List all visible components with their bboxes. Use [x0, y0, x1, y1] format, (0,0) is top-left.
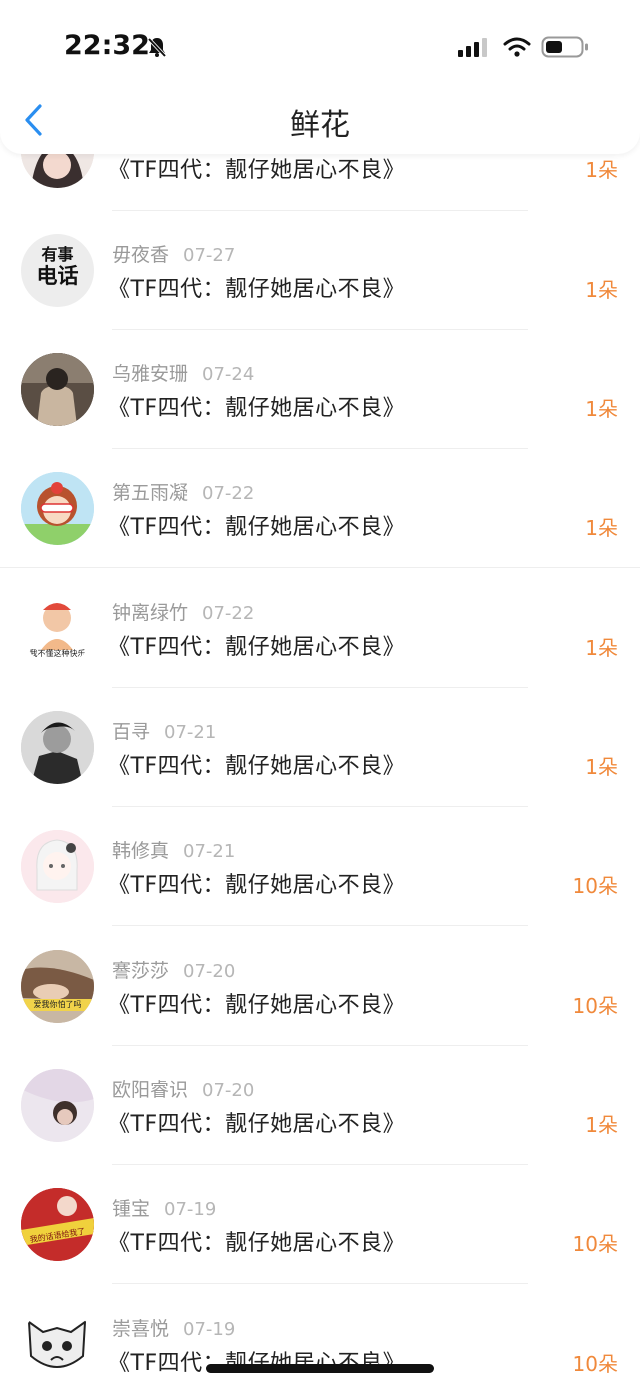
date: 07-22: [202, 603, 255, 624]
bell-muted-icon: [146, 36, 168, 62]
list-item[interactable]: 有事 电话 毋夜香 07-27 《TF四代：靓仔她居心不良》 1朵: [0, 234, 640, 353]
item-meta: 謇莎莎 07-20: [112, 956, 235, 986]
avatar[interactable]: 我的话语给我了: [21, 1188, 94, 1261]
date: 07-20: [202, 1080, 255, 1101]
battery-icon: [541, 35, 589, 63]
list-item[interactable]: 崇喜悦07-19 《TF四代：靓仔她居心不良》 10朵: [0, 1308, 640, 1387]
list-item[interactable]: 我的话语给我了 锺宝 07-19 《TF四代：靓仔她居心不良》 10朵: [0, 1188, 640, 1307]
book-title: 《TF四代：靓仔她居心不良》: [108, 1112, 406, 1137]
date: 07-21: [183, 841, 236, 862]
item-meta: 锺宝 07-19: [112, 1194, 216, 1224]
user-name[interactable]: 毋夜香: [112, 244, 169, 266]
user-name[interactable]: 锺宝: [112, 1198, 150, 1220]
nav-bar: 22:32 鲜花: [0, 0, 640, 154]
avatar[interactable]: [21, 353, 94, 426]
book-title: 《TF四代：靓仔她居心不良》: [108, 873, 406, 898]
user-name[interactable]: 第五雨凝: [112, 482, 188, 504]
book-title: 《TF四代：靓仔她居心不良》: [108, 396, 406, 421]
list-item[interactable]: 第五雨凝 07-22 《TF四代：靓仔她居心不良》 1朵: [0, 472, 640, 591]
book-title: 《TF四代：靓仔她居心不良》: [108, 754, 406, 779]
screen: 《TF四代：靓仔她居心不良》 1朵 有事 电话 毋夜香 07-27 《TF四代：靓…: [0, 0, 640, 1387]
list-item[interactable]: 我不懂这种快乐 钟离绿竹 07-22 《TF四代：靓仔她居心不良》 1朵: [0, 592, 640, 711]
user-name[interactable]: 欧阳睿识: [112, 1079, 188, 1101]
item-meta: 百寻 07-21: [112, 717, 216, 747]
date: 07-24: [202, 364, 255, 385]
wifi-icon: [503, 36, 531, 62]
flower-count: 1朵: [585, 278, 618, 302]
cellular-signal-icon: [458, 37, 490, 61]
user-name[interactable]: 謇莎莎: [112, 960, 169, 982]
divider: [112, 329, 528, 330]
avatar[interactable]: [21, 1069, 94, 1142]
divider: [112, 210, 528, 211]
page-title: 鲜花: [290, 108, 350, 143]
avatar-caption: 我不懂这种快乐: [29, 649, 86, 658]
user-name[interactable]: 乌雅安珊: [112, 363, 188, 385]
flower-count: 10朵: [572, 874, 618, 898]
book-title: 《TF四代：靓仔她居心不良》: [108, 635, 406, 660]
flower-count: 1朵: [585, 397, 618, 421]
divider: [112, 806, 528, 807]
book-title: 《TF四代：靓仔她居心不良》: [108, 993, 406, 1018]
list-item[interactable]: 爱我你怕了吗 謇莎莎 07-20 《TF四代：靓仔她居心不良》 10朵: [0, 950, 640, 1069]
avatar[interactable]: 爱我你怕了吗: [21, 950, 94, 1023]
list-item[interactable]: 百寻 07-21 《TF四代：靓仔她居心不良》 1朵: [0, 711, 640, 830]
divider: [112, 1283, 528, 1284]
divider: [112, 1045, 528, 1046]
list-item[interactable]: 乌雅安珊 07-24 《TF四代：靓仔她居心不良》 1朵: [0, 353, 640, 472]
flower-count: 10朵: [572, 1232, 618, 1256]
list-item[interactable]: 韩修真 07-21 《TF四代：靓仔她居心不良》 10朵: [0, 830, 640, 949]
item-meta: 崇喜悦 07-19: [112, 1314, 235, 1344]
flower-count: 10朵: [572, 1352, 618, 1376]
book-title: 《TF四代：靓仔她居心不良》: [108, 158, 406, 183]
user-name[interactable]: 韩修真: [112, 840, 169, 862]
divider: [112, 1164, 528, 1165]
item-meta: 毋夜香 07-27: [112, 240, 235, 270]
status-time: 22:32: [64, 30, 150, 61]
avatar[interactable]: 有事 电话: [21, 234, 94, 307]
date: 07-19: [164, 1199, 217, 1220]
item-meta: 第五雨凝 07-22: [112, 478, 254, 508]
avatar[interactable]: [21, 711, 94, 784]
date: 07-27: [183, 245, 236, 266]
item-meta: 钟离绿竹 07-22: [112, 598, 254, 628]
item-meta: 韩修真 07-21: [112, 836, 235, 866]
divider: [112, 925, 528, 926]
flower-count: 1朵: [585, 516, 618, 540]
flower-count: 1朵: [585, 755, 618, 779]
avatar[interactable]: [21, 830, 94, 903]
flower-count: 1朵: [585, 158, 618, 182]
avatar-caption: 爱我你怕了吗: [21, 999, 94, 1011]
avatar[interactable]: [21, 1308, 94, 1381]
avatar[interactable]: [21, 472, 94, 545]
item-meta: 乌雅安珊 07-24: [112, 359, 254, 389]
book-title: 《TF四代：靓仔她居心不良》: [108, 515, 406, 540]
date: 07-19: [183, 1319, 236, 1340]
divider: [112, 687, 528, 688]
flower-count: 10朵: [572, 994, 618, 1018]
book-title: 《TF四代：靓仔她居心不良》: [108, 277, 406, 302]
user-name[interactable]: 百寻: [112, 721, 150, 743]
user-name[interactable]: 崇喜悦: [112, 1318, 169, 1340]
flower-count: 1朵: [585, 1113, 618, 1137]
avatar-text: 有事 电话: [36, 245, 79, 289]
item-meta: 欧阳睿识 07-20: [112, 1075, 254, 1105]
user-name[interactable]: 钟离绿竹: [112, 602, 188, 624]
divider: [112, 448, 528, 449]
flower-count: 1朵: [585, 636, 618, 660]
date: 07-21: [164, 722, 217, 743]
date: 07-20: [183, 961, 236, 982]
home-indicator[interactable]: [206, 1364, 434, 1373]
avatar[interactable]: 我不懂这种快乐: [21, 592, 94, 665]
book-title: 《TF四代：靓仔她居心不良》: [108, 1231, 406, 1256]
divider: [0, 567, 640, 568]
date: 07-22: [202, 483, 255, 504]
list-item[interactable]: 欧阳睿识 07-20 《TF四代：靓仔她居心不良》 1朵: [0, 1069, 640, 1188]
